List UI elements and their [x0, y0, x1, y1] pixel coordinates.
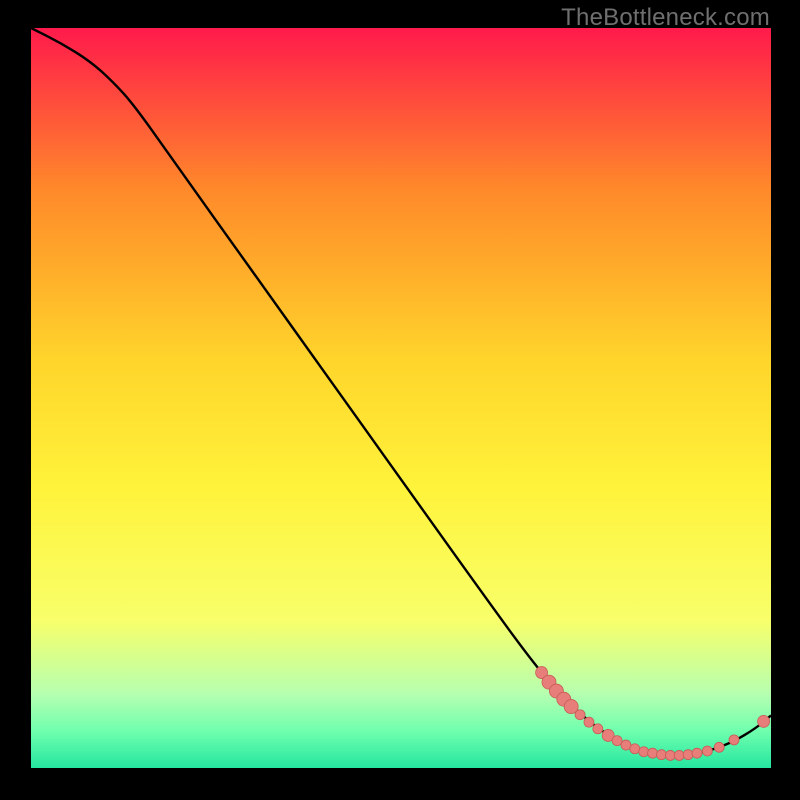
data-marker: [702, 746, 712, 756]
data-marker: [639, 747, 649, 757]
data-marker: [714, 742, 724, 752]
data-marker: [758, 715, 770, 727]
data-marker: [648, 748, 658, 758]
data-marker: [692, 748, 702, 758]
chart-container: TheBottleneck.com: [0, 0, 800, 800]
data-marker: [612, 736, 622, 746]
data-marker: [656, 750, 666, 760]
data-marker: [584, 717, 594, 727]
data-marker: [593, 724, 603, 734]
data-marker: [674, 750, 684, 760]
gradient-background: [31, 28, 771, 768]
data-marker: [575, 710, 585, 720]
data-marker: [630, 744, 640, 754]
bottleneck-chart: [31, 28, 771, 768]
data-marker: [729, 735, 739, 745]
data-marker: [683, 750, 693, 760]
